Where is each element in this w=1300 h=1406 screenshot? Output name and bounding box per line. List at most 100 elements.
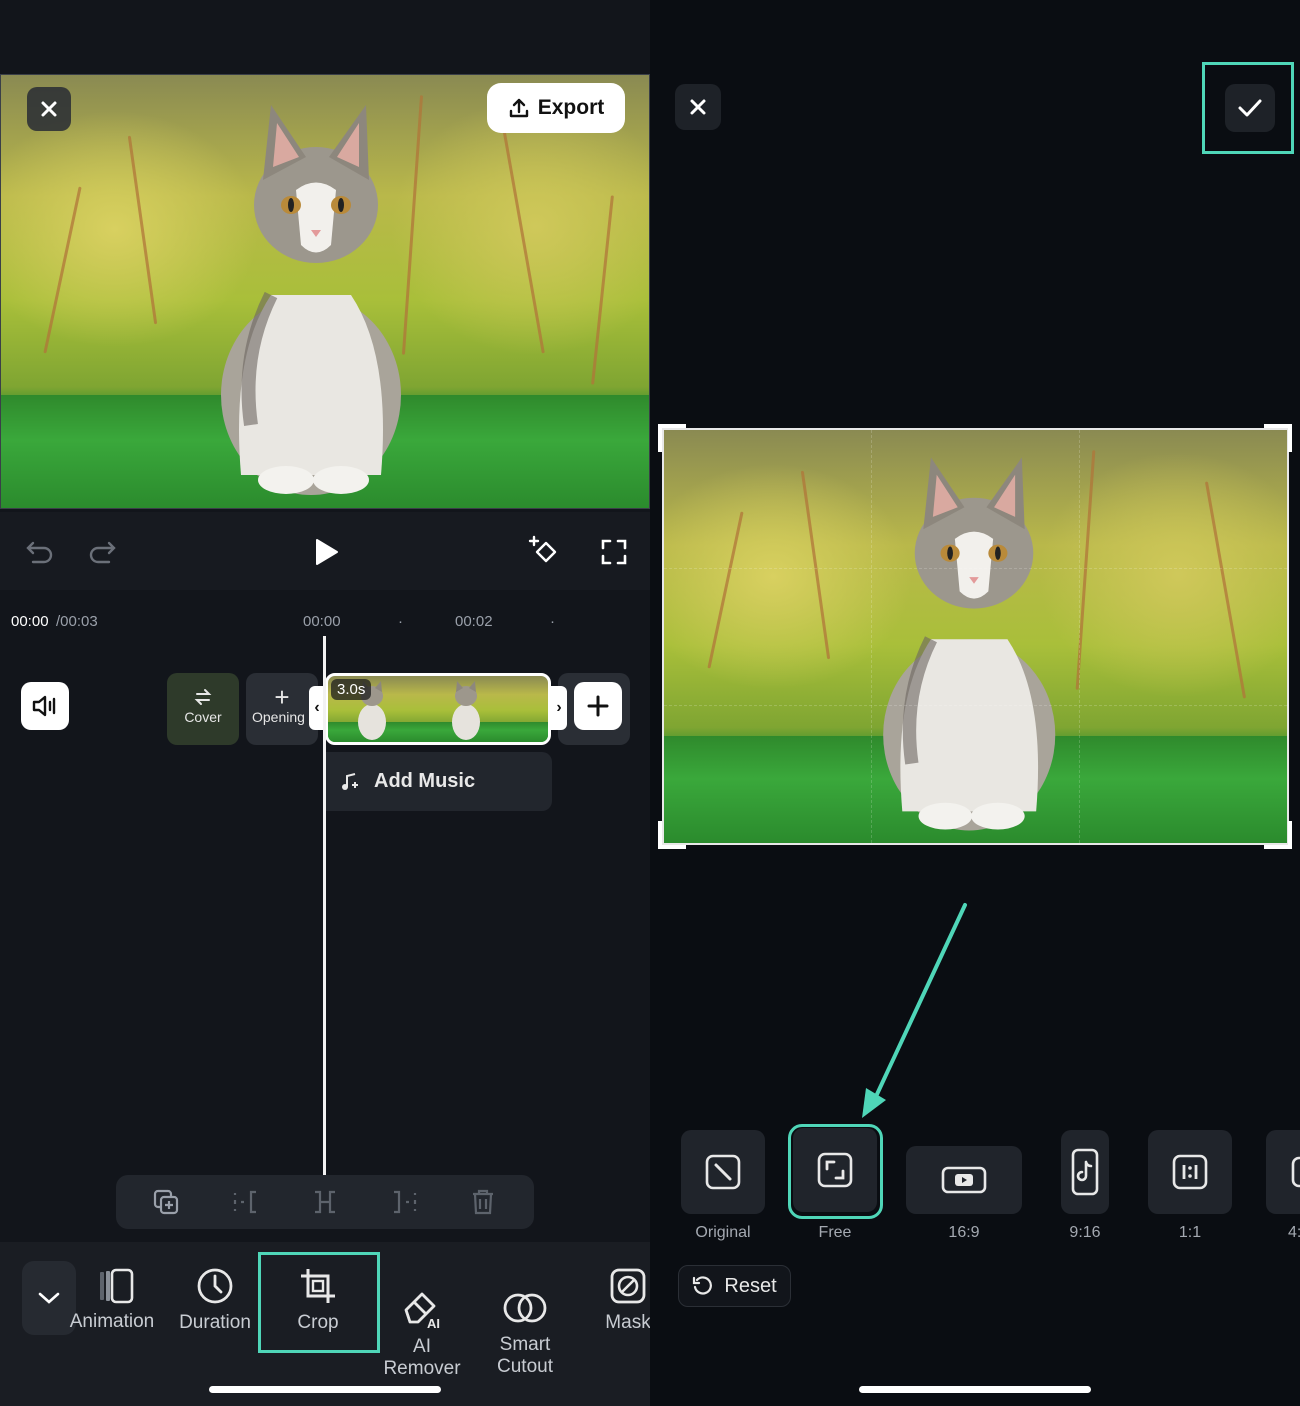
ratio-label: 16:9 bbox=[948, 1224, 980, 1241]
redo-icon bbox=[89, 541, 116, 564]
split-button[interactable] bbox=[309, 1187, 341, 1217]
upload-icon bbox=[509, 98, 528, 118]
tool-duration[interactable]: Duration bbox=[165, 1262, 265, 1334]
tool-label: Smart Cutout bbox=[497, 1334, 553, 1377]
trash-icon bbox=[473, 1189, 493, 1215]
plus-icon: + bbox=[274, 682, 290, 712]
clip-edit-toolbar bbox=[116, 1175, 534, 1229]
ruler-dot: · bbox=[550, 613, 555, 630]
playhead[interactable] bbox=[323, 636, 326, 1176]
tiktok-icon bbox=[1061, 1130, 1109, 1214]
original-icon bbox=[681, 1130, 765, 1214]
svg-text:AI: AI bbox=[427, 1316, 440, 1330]
tool-label: Animation bbox=[69, 1311, 155, 1332]
clip-duration-badge: 3.0s bbox=[331, 679, 372, 700]
reset-label: Reset bbox=[724, 1274, 777, 1297]
mask-icon bbox=[578, 1262, 650, 1310]
ruler-mark: 00:02 bbox=[455, 613, 493, 630]
crop-preview[interactable] bbox=[662, 428, 1289, 845]
add-music-button[interactable]: Add Music bbox=[326, 752, 552, 811]
cover-label: Cover bbox=[184, 709, 222, 725]
export-label: Export bbox=[537, 96, 605, 119]
undo-icon bbox=[26, 541, 53, 564]
crop-handle-top-right[interactable] bbox=[1264, 424, 1292, 452]
video-preview[interactable] bbox=[0, 74, 650, 509]
ratio-label: Original bbox=[695, 1224, 751, 1241]
duplicate-button[interactable] bbox=[150, 1187, 182, 1217]
ratio-4-x[interactable]: 4: bbox=[1266, 1130, 1300, 1242]
home-indicator bbox=[209, 1386, 441, 1393]
crop-handle-bottom-right[interactable] bbox=[1264, 821, 1292, 849]
split-icon bbox=[315, 1190, 335, 1214]
cover-button[interactable]: Cover bbox=[167, 673, 239, 745]
playback-controls bbox=[0, 512, 650, 590]
music-note-icon bbox=[342, 772, 358, 790]
tool-mask[interactable]: Mask bbox=[578, 1262, 650, 1334]
ratio-label: Free bbox=[818, 1224, 852, 1241]
home-indicator bbox=[859, 1386, 1091, 1393]
ratio-1-1[interactable]: 1:1 bbox=[1148, 1130, 1232, 1242]
ai-remover-icon: AI bbox=[372, 1284, 472, 1332]
crop-handle-top-left[interactable] bbox=[658, 424, 686, 452]
tool-animation[interactable]: Animation bbox=[66, 1262, 166, 1333]
opening-button[interactable]: + Opening bbox=[246, 673, 318, 745]
smart-cutout-icon bbox=[475, 1284, 575, 1332]
fullscreen-button[interactable] bbox=[596, 534, 632, 570]
keyframe-add-icon bbox=[528, 535, 557, 563]
tool-label: Duration bbox=[179, 1312, 251, 1333]
clock-icon bbox=[165, 1262, 265, 1310]
youtube-icon bbox=[906, 1146, 1022, 1214]
close-button[interactable] bbox=[27, 87, 71, 131]
current-time: 00:00 bbox=[11, 613, 49, 630]
redo-button[interactable] bbox=[84, 534, 120, 570]
trim-start-icon bbox=[233, 1190, 256, 1214]
ratio-label: 1:1 bbox=[1178, 1224, 1202, 1241]
clip-frame-cat bbox=[452, 681, 480, 740]
crop-handle-bottom-left[interactable] bbox=[658, 821, 686, 849]
ratio-16-9[interactable]: 16:9 bbox=[906, 1130, 1022, 1242]
close-icon bbox=[41, 101, 57, 117]
ruler-dot: · bbox=[398, 613, 403, 630]
add-music-label: Add Music bbox=[374, 770, 476, 792]
annotation-arrow bbox=[862, 903, 967, 1118]
reset-button[interactable]: Reset bbox=[678, 1265, 791, 1307]
square-ratio-icon bbox=[1148, 1130, 1232, 1214]
play-icon bbox=[316, 539, 338, 565]
video-clip[interactable]: 3.0s bbox=[325, 673, 551, 745]
opening-label: Opening bbox=[252, 709, 305, 725]
export-button[interactable]: Export bbox=[487, 83, 625, 133]
editor-panel: Export 00:00 /00:03 00:00 · 00:02 · Cove… bbox=[0, 0, 650, 1406]
tool-smart-cutout[interactable]: Smart Cutout bbox=[475, 1262, 575, 1400]
ratio-original[interactable]: Original bbox=[680, 1130, 766, 1242]
add-clip-button[interactable] bbox=[574, 682, 622, 730]
tool-label: AI Remover bbox=[383, 1336, 461, 1379]
play-button[interactable] bbox=[308, 534, 344, 570]
ratio-9-16[interactable]: 9:16 bbox=[1060, 1130, 1110, 1242]
trim-handle-right[interactable]: › bbox=[551, 686, 567, 730]
tool-ai-remover[interactable]: AI AI Remover bbox=[372, 1262, 472, 1402]
chevron-down-icon bbox=[38, 1292, 60, 1304]
crop-panel: Original Free 16:9 9:16 1:1 4: Reset bbox=[650, 0, 1300, 1406]
cat-image bbox=[883, 457, 1056, 831]
swap-icon bbox=[194, 689, 212, 705]
trim-end-button[interactable] bbox=[388, 1187, 420, 1217]
animation-icon bbox=[66, 1262, 166, 1310]
trim-end-icon bbox=[394, 1190, 417, 1214]
cancel-crop-button[interactable] bbox=[675, 84, 721, 130]
undo-button[interactable] bbox=[22, 534, 58, 570]
fullscreen-icon bbox=[601, 539, 627, 565]
keyframe-button[interactable] bbox=[524, 532, 564, 572]
trim-start-button[interactable] bbox=[230, 1187, 262, 1217]
plus-icon bbox=[587, 695, 609, 717]
duplicate-icon bbox=[153, 1189, 179, 1215]
delete-button[interactable] bbox=[467, 1187, 499, 1217]
ratio-label: 4: bbox=[1288, 1224, 1300, 1241]
cat-image bbox=[221, 105, 401, 495]
free-highlight bbox=[788, 1124, 883, 1219]
total-time: /00:03 bbox=[56, 613, 98, 630]
mute-audio-button[interactable] bbox=[21, 682, 69, 730]
close-icon bbox=[690, 99, 706, 115]
ratio-label: 9:16 bbox=[1069, 1224, 1101, 1241]
confirm-highlight bbox=[1202, 62, 1294, 154]
crop-highlight bbox=[258, 1252, 380, 1353]
